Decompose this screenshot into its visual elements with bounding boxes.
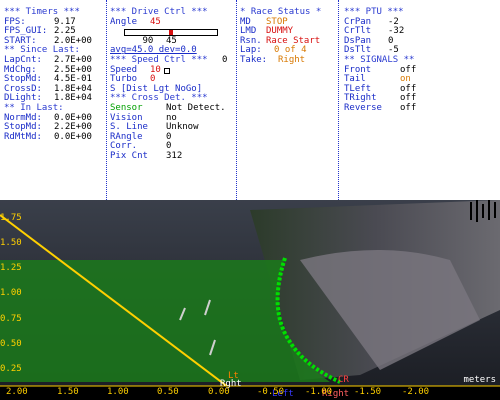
since-label-lapcnt: LapCnt:: [4, 54, 42, 65]
in-label-normmd: NormMd:: [4, 112, 42, 123]
signal-label-front: Front: [344, 64, 372, 75]
cross-label-sensor: Sensor: [110, 102, 143, 113]
cross-label-vision: Vision: [110, 112, 143, 123]
signal-value-reverse: off: [400, 102, 417, 113]
cross-label-corr: Corr.: [110, 141, 138, 152]
angle-value: 45: [150, 16, 161, 27]
x-axis-label: -0.50: [257, 387, 285, 398]
x-axis-label: -2.00: [402, 387, 430, 398]
signal-label-tright: TRight: [344, 93, 377, 104]
telemetry-panel: *** Timers *** FPS: 9.17 FPS_GUI: 2.25 STA…: [0, 0, 500, 200]
ptu-label-crpan: CrPan: [344, 16, 372, 27]
signal-label-tail: Tail: [344, 74, 366, 85]
since-label-dlight: DLight:: [4, 93, 42, 104]
column-divider: [338, 0, 339, 200]
angle-slider-thumb[interactable]: [169, 30, 173, 36]
speed-label: Speed: [110, 64, 138, 75]
timer-label-fps: FPS:: [4, 16, 26, 27]
md-label: MD: [240, 16, 251, 27]
in-value-rdmtmd: 0.0E+00: [54, 131, 92, 142]
dist-light-line: S [Dist Lgt NoGo]: [110, 83, 203, 94]
since-label-mdchg: MdChg:: [4, 64, 37, 75]
x-axis-label: 1.00: [107, 387, 129, 398]
angle-label: Angle: [110, 16, 138, 27]
ptu-column: *** PTU *** CrPan -2 CrTlt -32 DsPan 0 DsTl…: [344, 7, 494, 114]
cross-label-rangle: RAngle: [110, 131, 143, 142]
signal-label-reverse: Reverse: [344, 102, 382, 113]
cross-label-pixcnt: Pix Cnt: [110, 150, 148, 161]
x-axis-label: 0.50: [157, 387, 179, 398]
y-axis-label: 1.75: [0, 213, 22, 223]
in-label-rdmtmd: RdMtMd:: [4, 131, 42, 142]
ptu-label-dspan: DsPan: [344, 35, 372, 46]
race-status-header: * Race Status *: [240, 7, 322, 17]
signal-label-tleft: TLeft: [344, 83, 372, 94]
units-label: meters: [463, 375, 496, 386]
camera-view-canvas: Lt Rght Left Right CR: [0, 200, 500, 400]
drive-ctrl-column: *** Drive Ctrl *** Angle 45 90 0 45 avg=4…: [110, 7, 234, 162]
race-status-column: * Race Status * MD STOP LMD DUMMY Rsn. Race…: [240, 7, 340, 66]
y-axis-label: 0.75: [0, 314, 22, 324]
speed-indicator: [164, 67, 170, 74]
x-axis-label: 2.00: [6, 387, 28, 398]
y-axis-label: 1.50: [0, 238, 22, 248]
rsn-label: Rsn.: [240, 35, 262, 46]
cross-label-sline: S. Line: [110, 122, 148, 133]
avg-dev-readout: avg=45.0 dev=0.0: [110, 45, 197, 56]
y-axis-label: 0.50: [0, 339, 22, 349]
timer-label-start: START:: [4, 35, 37, 46]
y-axis-label: 0.25: [0, 364, 22, 374]
cross-value-pixcnt: 312: [166, 150, 183, 161]
in-label-stopmd: StopMd:: [4, 122, 42, 133]
x-axis-label: 0.00: [208, 387, 230, 398]
timer-label-fps-gui: FPS_GUI:: [4, 26, 48, 37]
camera-view: Lt Rght Left Right CR 1.75 1.50 1.25 1.0…: [0, 200, 500, 400]
since-label-stopmd: StopMd:: [4, 74, 42, 85]
column-divider: [106, 0, 107, 200]
y-axis-label: 1.25: [0, 263, 22, 273]
lmd-label: LMD: [240, 26, 257, 37]
ptu-label-crtlt: CrTlt: [344, 26, 372, 37]
ptu-label-dstlt: DsTlt: [344, 45, 372, 56]
marker-cr: CR: [338, 375, 349, 385]
x-axis-label: -1.00: [305, 387, 333, 398]
column-divider: [236, 0, 237, 200]
take-value: Right: [278, 54, 306, 65]
since-label-crossd: CrossD:: [4, 83, 42, 94]
timers-column: *** Timers *** FPS: 9.17 FPS_GUI: 2.25 STA…: [4, 7, 104, 142]
y-axis-label: 1.00: [0, 288, 22, 298]
x-axis-label: -1.50: [354, 387, 382, 398]
lap-label: Lap:: [240, 45, 262, 56]
turbo-label: Turbo: [110, 74, 138, 85]
x-axis-label: 1.50: [57, 387, 79, 398]
take-label: Take:: [240, 54, 268, 65]
